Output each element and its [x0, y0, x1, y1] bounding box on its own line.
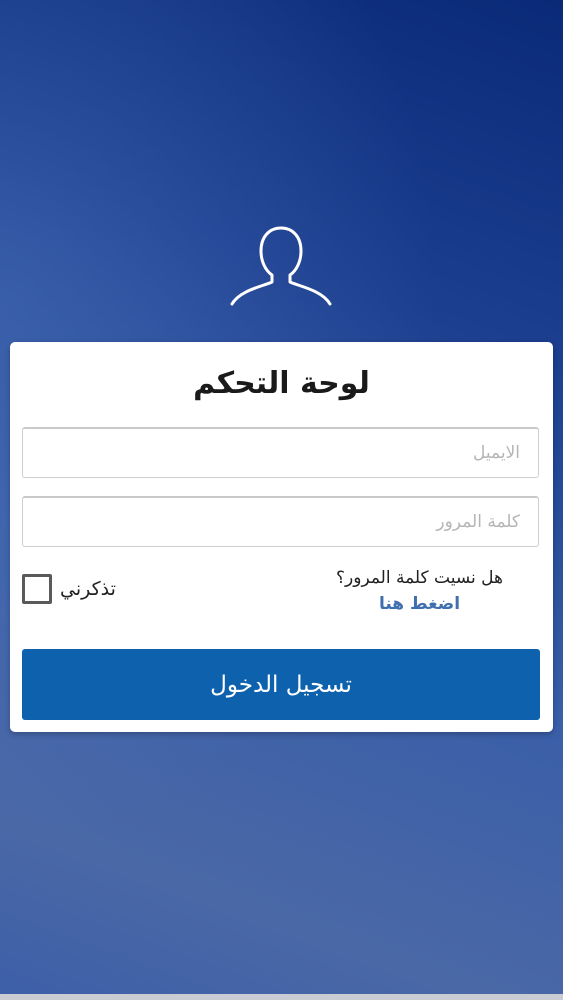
user-outline-icon: [230, 226, 332, 306]
password-field[interactable]: [22, 496, 539, 547]
login-card: لوحة التحكم تذكرني هل نسيت كلمة المرور؟ …: [10, 342, 553, 732]
forgot-password: هل نسيت كلمة المرور؟ اضغط هنا: [336, 568, 503, 614]
forgot-password-link[interactable]: اضغط هنا: [336, 594, 503, 614]
forgot-password-question: هل نسيت كلمة المرور؟: [336, 568, 503, 588]
bottom-divider: [0, 994, 563, 1000]
login-button[interactable]: تسجيل الدخول: [22, 649, 540, 720]
remember-me-label: تذكرني: [60, 578, 116, 600]
remember-me[interactable]: تذكرني: [22, 574, 116, 604]
email-field[interactable]: [22, 427, 539, 478]
page-title: لوحة التحكم: [193, 366, 370, 401]
remember-me-checkbox[interactable]: [22, 574, 52, 604]
